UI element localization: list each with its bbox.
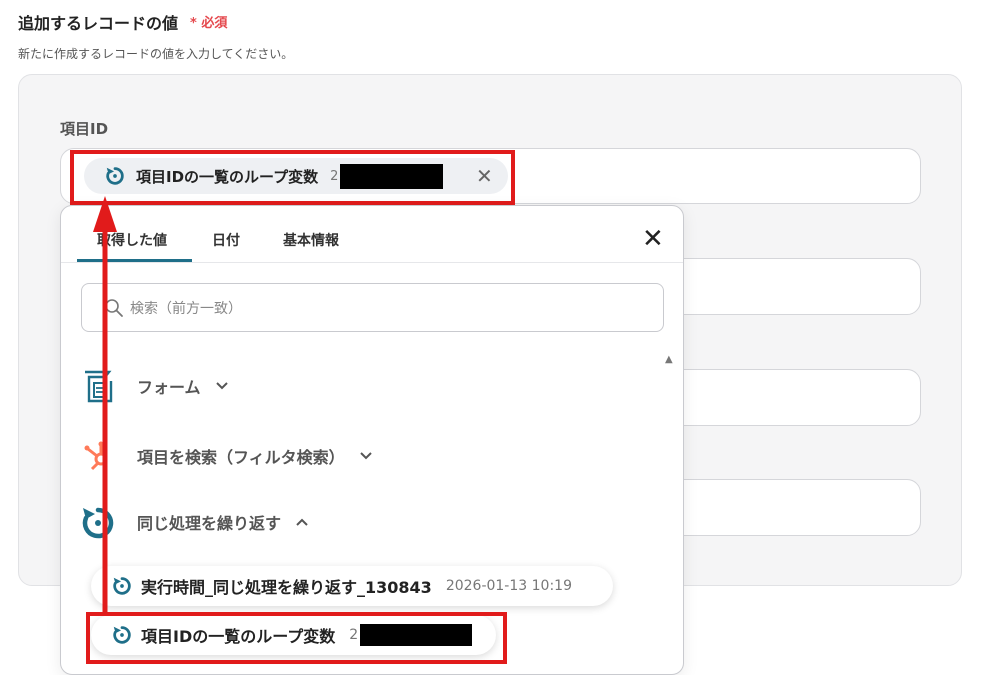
annotation-arrow: [93, 196, 117, 612]
